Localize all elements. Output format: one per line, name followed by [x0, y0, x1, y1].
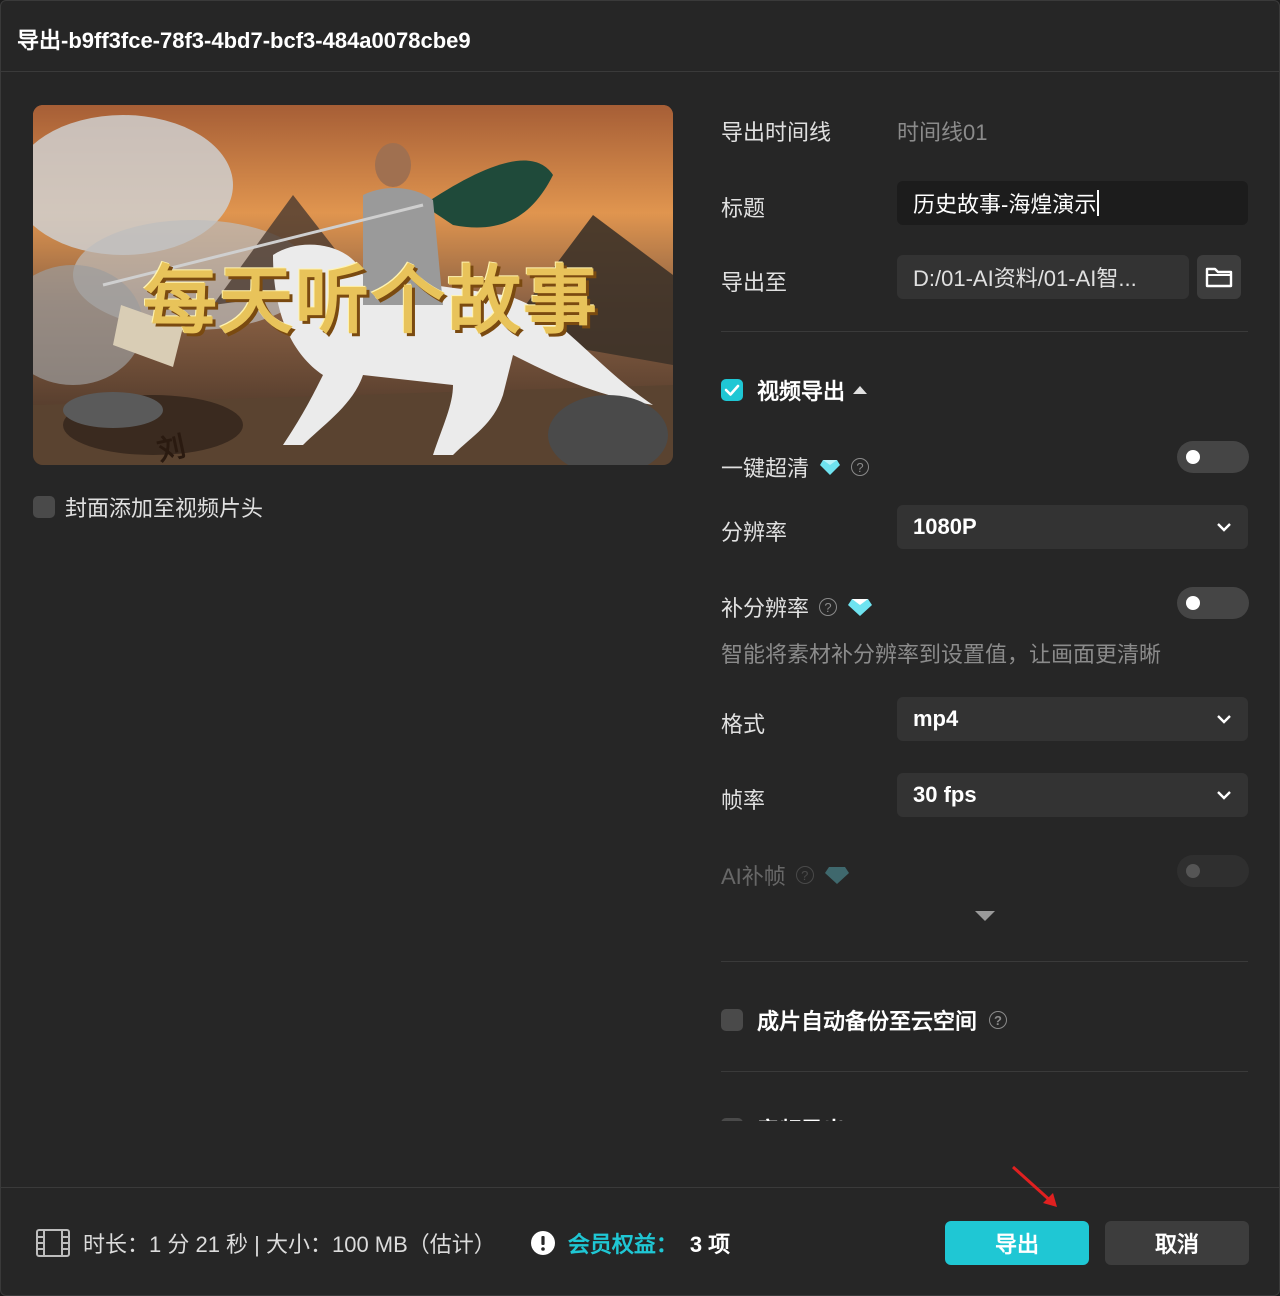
- chevron-down-icon: [1217, 791, 1231, 800]
- export-button[interactable]: 导出: [945, 1221, 1089, 1265]
- format-select[interactable]: mp4: [897, 697, 1248, 741]
- one-click-hd-toggle[interactable]: [1177, 441, 1249, 473]
- folder-icon: [1205, 267, 1233, 288]
- cloud-backup-label: 成片自动备份至云空间: [757, 1009, 978, 1034]
- expand-more-icon[interactable]: [975, 911, 995, 923]
- chevron-down-icon: [1217, 715, 1231, 724]
- cover-preview[interactable]: 每天听个故事 刘: [33, 105, 673, 465]
- diamond-vip-icon: [820, 460, 841, 475]
- ai-frame-label: AI补帧: [721, 864, 786, 889]
- one-click-hd-label: 一键超清: [721, 456, 810, 481]
- ai-frame-toggle: [1177, 855, 1249, 887]
- duration-size-info: 时长：1 分 21 秒 | 大小：100 MB（估计）: [83, 1232, 496, 1257]
- cover-to-head-label: 封面添加至视频片头: [65, 496, 264, 521]
- video-export-checkbox[interactable]: [721, 379, 743, 401]
- cover-title-text: 每天听个故事: [143, 258, 599, 344]
- check-icon: [724, 384, 740, 396]
- cancel-button[interactable]: 取消: [1105, 1221, 1249, 1265]
- format-label: 格式: [721, 712, 766, 737]
- chevron-down-icon: [1217, 523, 1231, 532]
- title-label: 标题: [721, 196, 766, 221]
- title-input-value: 历史故事-海煌演示: [913, 192, 1097, 217]
- audio-export-checkbox[interactable]: [721, 1118, 743, 1121]
- super-res-toggle[interactable]: [1177, 587, 1249, 619]
- super-res-label: 补分辨率: [721, 596, 810, 621]
- resolution-value: 1080P: [913, 514, 977, 539]
- fps-select[interactable]: 30 fps: [897, 773, 1248, 817]
- export-path-field[interactable]: D:/01-AI资料/01-AI智...: [897, 255, 1189, 299]
- cover-to-head-option[interactable]: 封面添加至视频片头: [33, 491, 263, 523]
- fps-value: 30 fps: [913, 782, 977, 807]
- ai-frame-row: AI补帧 ?: [721, 859, 850, 891]
- help-icon[interactable]: ?: [989, 1011, 1008, 1029]
- cloud-backup-section[interactable]: 成片自动备份至云空间 ?: [721, 1004, 1008, 1036]
- audio-export-label: 音频导出: [757, 1113, 845, 1121]
- caret-up-icon[interactable]: [853, 385, 868, 395]
- cloud-backup-checkbox[interactable]: [721, 1009, 743, 1031]
- divider: [721, 1071, 1248, 1072]
- video-export-label: 视频导出: [757, 379, 846, 404]
- diamond-vip-icon: [824, 867, 849, 884]
- toggle-knob: [1186, 596, 1200, 610]
- film-icon: [36, 1229, 70, 1257]
- audio-export-section-clipped[interactable]: 音频导出: [721, 1101, 1248, 1121]
- export-path-label: 导出至: [721, 270, 788, 295]
- export-path-value: D:/01-AI资料/01-AI智...: [913, 266, 1137, 291]
- text-cursor: [1097, 190, 1100, 216]
- alert-icon: [530, 1231, 555, 1255]
- super-res-hint: 智能将素材补分辨率到设置值，让画面更清晰: [721, 642, 1162, 667]
- title-bar[interactable]: 导出-b9ff3fce-78f3-4bd7-bcf3-484a0078cbe9: [1, 1, 1279, 72]
- diamond-vip-icon: [848, 599, 873, 616]
- member-benefits[interactable]: 会员权益： 3 项: [530, 1227, 730, 1259]
- divider: [721, 961, 1248, 962]
- export-dialog: 导出-b9ff3fce-78f3-4bd7-bcf3-484a0078cbe9: [0, 0, 1280, 1296]
- video-export-section[interactable]: 视频导出: [721, 374, 868, 406]
- toggle-knob: [1186, 450, 1200, 464]
- title-input[interactable]: 历史故事-海煌演示: [897, 181, 1248, 225]
- one-click-hd-row: 一键超清 ?: [721, 451, 870, 483]
- red-arrow-annotation: [1011, 1165, 1057, 1207]
- toggle-knob: [1186, 864, 1200, 878]
- divider: [721, 331, 1248, 332]
- resolution-label: 分辨率: [721, 520, 788, 545]
- format-value: mp4: [913, 706, 959, 731]
- footer-info: 时长：1 分 21 秒 | 大小：100 MB（估计） 会员权益： 3 项: [35, 1227, 730, 1259]
- dialog-title: 导出-b9ff3fce-78f3-4bd7-bcf3-484a0078cbe9: [17, 28, 471, 53]
- resolution-select[interactable]: 1080P: [897, 505, 1248, 549]
- help-icon[interactable]: ?: [851, 458, 870, 476]
- browse-folder-button[interactable]: [1197, 255, 1241, 299]
- cover-to-head-checkbox[interactable]: [33, 496, 55, 518]
- help-icon: ?: [795, 866, 814, 884]
- member-benefits-label: 会员权益：: [567, 1232, 678, 1257]
- member-benefits-count: 3 项: [689, 1232, 731, 1257]
- fps-label: 帧率: [721, 788, 766, 813]
- super-res-row: 补分辨率 ?: [721, 591, 873, 623]
- timeline-value: 时间线01: [897, 120, 988, 145]
- timeline-label: 导出时间线: [721, 120, 832, 145]
- help-icon[interactable]: ?: [819, 598, 838, 616]
- footer-divider: [1, 1187, 1279, 1188]
